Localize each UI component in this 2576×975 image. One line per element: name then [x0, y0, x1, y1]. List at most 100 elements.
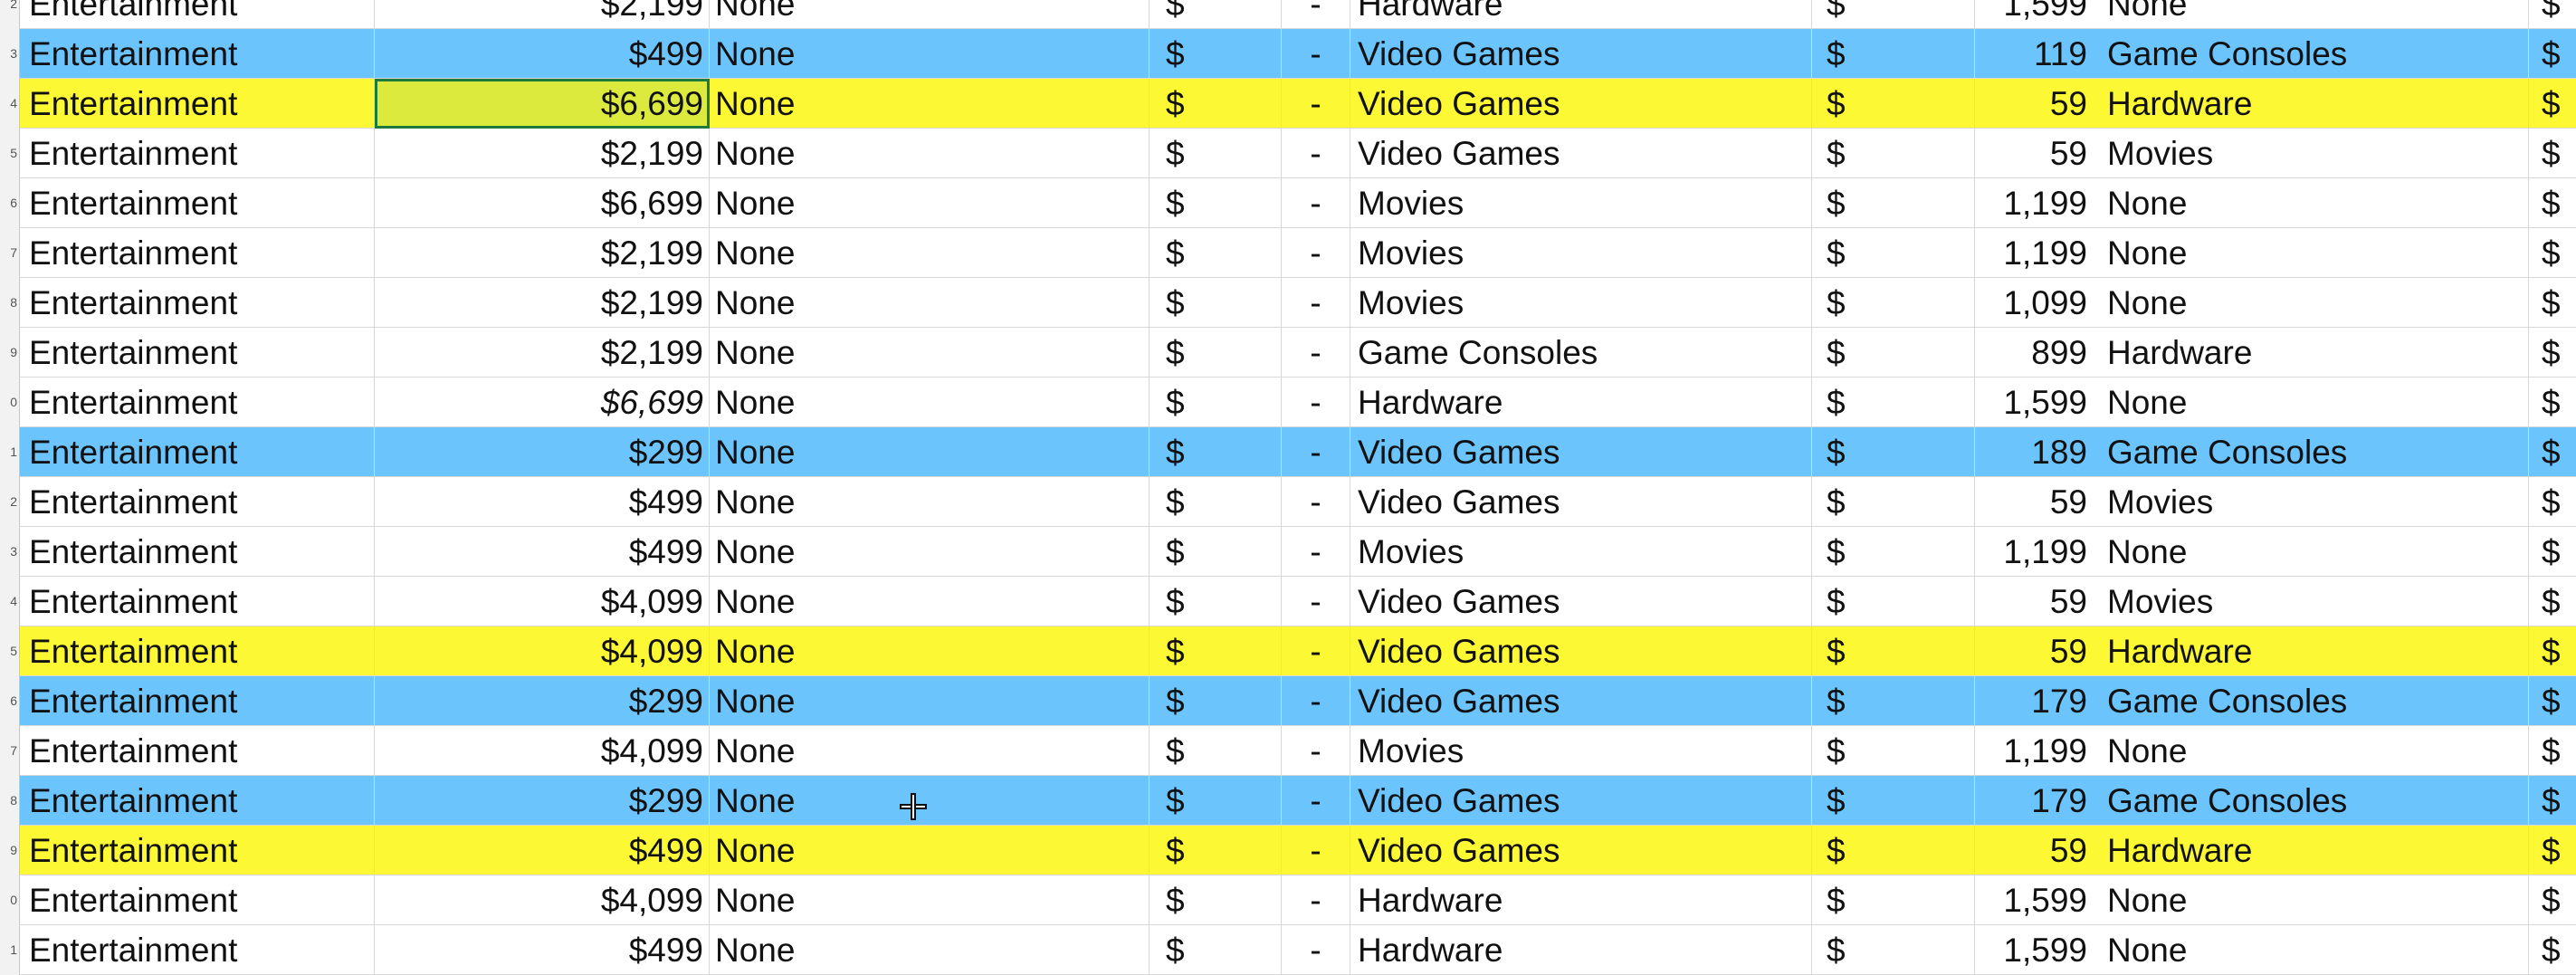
- price-cell[interactable]: $4,099: [375, 726, 710, 776]
- currency-cell[interactable]: $: [2529, 378, 2576, 427]
- dash-cell[interactable]: -: [1282, 0, 1350, 29]
- amount-cell[interactable]: 1,599: [1975, 875, 2100, 925]
- price-cell[interactable]: $4,099: [375, 577, 710, 626]
- type-cell[interactable]: Video Games: [1350, 676, 1812, 726]
- price-cell[interactable]: $2,199: [375, 129, 710, 178]
- currency-cell[interactable]: $: [2529, 427, 2576, 477]
- none-cell[interactable]: None: [710, 726, 1150, 776]
- category-cell[interactable]: Entertainment: [20, 726, 375, 776]
- dash-cell[interactable]: -: [1282, 875, 1350, 925]
- category2-cell[interactable]: Hardware: [2100, 626, 2529, 676]
- amount-cell[interactable]: 59: [1975, 626, 2100, 676]
- currency-cell[interactable]: $: [1812, 29, 1975, 79]
- category-cell[interactable]: Entertainment: [20, 875, 375, 925]
- currency-cell[interactable]: $: [2529, 925, 2576, 975]
- currency-cell[interactable]: $: [2529, 527, 2576, 577]
- dash-cell[interactable]: -: [1282, 378, 1350, 427]
- none-cell[interactable]: None: [710, 626, 1150, 676]
- category-cell[interactable]: Entertainment: [20, 0, 375, 29]
- category2-cell[interactable]: Game Consoles: [2100, 29, 2529, 79]
- table-row[interactable]: 0 Entertainment $6,699 None $ - Hardware $1,599…: [0, 378, 2576, 427]
- table-row[interactable]: 7 Entertainment $2,199 None $ - Movies $1,199 No…: [0, 228, 2576, 278]
- table-row[interactable]: 1 Entertainment $299 None $ - Video Games $189 G…: [0, 427, 2576, 477]
- category2-cell[interactable]: None: [2100, 278, 2529, 328]
- type-cell[interactable]: Video Games: [1350, 79, 1812, 129]
- currency-cell[interactable]: $: [1150, 676, 1282, 726]
- price-cell[interactable]: $4,099: [375, 626, 710, 676]
- category-cell[interactable]: Entertainment: [20, 676, 375, 726]
- dash-cell[interactable]: -: [1282, 29, 1350, 79]
- category2-cell[interactable]: Hardware: [2100, 79, 2529, 129]
- currency-cell[interactable]: $: [1150, 378, 1282, 427]
- price-cell[interactable]: $499: [375, 925, 710, 975]
- dash-cell[interactable]: -: [1282, 726, 1350, 776]
- category-cell[interactable]: Entertainment: [20, 925, 375, 975]
- none-cell[interactable]: None: [710, 328, 1150, 378]
- table-row[interactable]: 4 Entertainment $4,099 None $ - Video Games $59…: [0, 577, 2576, 626]
- currency-cell[interactable]: $: [1812, 776, 1975, 826]
- none-cell[interactable]: None: [710, 875, 1150, 925]
- amount-cell[interactable]: 1,199: [1975, 178, 2100, 228]
- table-row[interactable]: 2 Entertainment $2,199 None $ - Hardware $1,599…: [0, 0, 2576, 29]
- amount-cell[interactable]: 189: [1975, 427, 2100, 477]
- category-cell[interactable]: Entertainment: [20, 278, 375, 328]
- table-row[interactable]: 3 Entertainment $499 None $ - Movies $1,199 None…: [0, 527, 2576, 577]
- type-cell[interactable]: Video Games: [1350, 826, 1812, 875]
- price-cell[interactable]: $299: [375, 676, 710, 726]
- currency-cell[interactable]: $: [2529, 676, 2576, 726]
- table-row[interactable]: 5 Entertainment $2,199 None $ - Video Games $59…: [0, 129, 2576, 178]
- type-cell[interactable]: Video Games: [1350, 427, 1812, 477]
- currency-cell[interactable]: $: [2529, 278, 2576, 328]
- dash-cell[interactable]: -: [1282, 328, 1350, 378]
- currency-cell[interactable]: $: [1150, 925, 1282, 975]
- currency-cell[interactable]: $: [1150, 726, 1282, 776]
- spreadsheet-grid[interactable]: 2 Entertainment $2,199 None $ - Hardware $1,599…: [0, 0, 2576, 975]
- category2-cell[interactable]: Game Consoles: [2100, 676, 2529, 726]
- currency-cell[interactable]: $: [1812, 328, 1975, 378]
- currency-cell[interactable]: $: [1812, 378, 1975, 427]
- currency-cell[interactable]: $: [2529, 626, 2576, 676]
- price-cell[interactable]: $299: [375, 776, 710, 826]
- currency-cell[interactable]: $: [2529, 228, 2576, 278]
- category2-cell[interactable]: None: [2100, 378, 2529, 427]
- currency-cell[interactable]: $: [1150, 626, 1282, 676]
- amount-cell[interactable]: 1,599: [1975, 925, 2100, 975]
- type-cell[interactable]: Game Consoles: [1350, 328, 1812, 378]
- category2-cell[interactable]: None: [2100, 527, 2529, 577]
- type-cell[interactable]: Video Games: [1350, 29, 1812, 79]
- currency-cell[interactable]: $: [2529, 0, 2576, 29]
- type-cell[interactable]: Movies: [1350, 278, 1812, 328]
- none-cell[interactable]: None: [710, 527, 1150, 577]
- none-cell[interactable]: None: [710, 427, 1150, 477]
- amount-cell[interactable]: 1,199: [1975, 527, 2100, 577]
- currency-cell[interactable]: $: [1812, 477, 1975, 527]
- currency-cell[interactable]: $: [1150, 29, 1282, 79]
- currency-cell[interactable]: $: [1812, 427, 1975, 477]
- amount-cell[interactable]: 1,099: [1975, 278, 2100, 328]
- currency-cell[interactable]: $: [1812, 577, 1975, 626]
- table-row[interactable]: 2 Entertainment $499 None $ - Video Games $59 Mo…: [0, 477, 2576, 527]
- type-cell[interactable]: Hardware: [1350, 925, 1812, 975]
- currency-cell[interactable]: $: [1812, 527, 1975, 577]
- dash-cell[interactable]: -: [1282, 925, 1350, 975]
- category-cell[interactable]: Entertainment: [20, 427, 375, 477]
- none-cell[interactable]: None: [710, 826, 1150, 875]
- none-cell[interactable]: None: [710, 776, 1150, 826]
- amount-cell[interactable]: 1,199: [1975, 726, 2100, 776]
- category2-cell[interactable]: None: [2100, 228, 2529, 278]
- currency-cell[interactable]: $: [1812, 726, 1975, 776]
- currency-cell[interactable]: $: [2529, 477, 2576, 527]
- type-cell[interactable]: Movies: [1350, 178, 1812, 228]
- currency-cell[interactable]: $: [1812, 178, 1975, 228]
- currency-cell[interactable]: $: [1150, 278, 1282, 328]
- category-cell[interactable]: Entertainment: [20, 577, 375, 626]
- none-cell[interactable]: None: [710, 0, 1150, 29]
- category-cell[interactable]: Entertainment: [20, 178, 375, 228]
- category-cell[interactable]: Entertainment: [20, 378, 375, 427]
- category2-cell[interactable]: Hardware: [2100, 328, 2529, 378]
- currency-cell[interactable]: $: [2529, 826, 2576, 875]
- currency-cell[interactable]: $: [1150, 129, 1282, 178]
- table-row[interactable]: 0 Entertainment $4,099 None $ - Hardware $1,599…: [0, 875, 2576, 925]
- type-cell[interactable]: Hardware: [1350, 0, 1812, 29]
- type-cell[interactable]: Video Games: [1350, 129, 1812, 178]
